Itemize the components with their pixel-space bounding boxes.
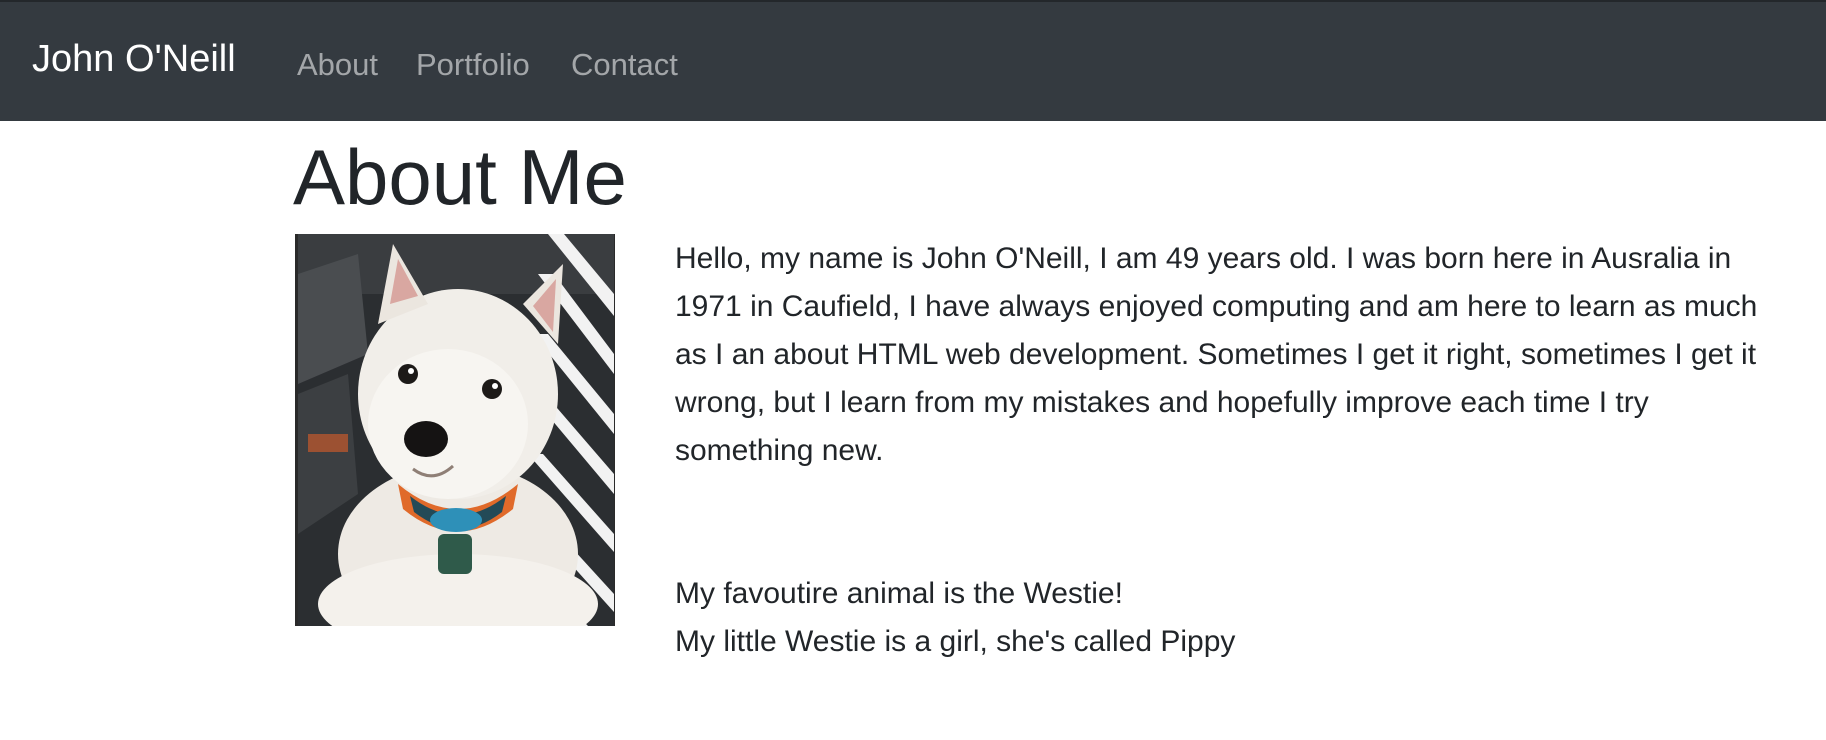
- navbar: John O'Neill About Portfolio Contact: [0, 0, 1826, 121]
- page-title: About Me: [293, 133, 627, 221]
- bio-paragraph: Hello, my name is John O'Neill, I am 49 …: [675, 242, 1758, 467]
- westie-photo: [295, 234, 615, 626]
- favourite-animal-paragraph: My favoutire animal is the Westie! My li…: [675, 570, 1765, 666]
- favourite-animal-line: My favoutire animal is the Westie!: [675, 577, 1123, 610]
- nav-link-contact[interactable]: Contact: [571, 46, 678, 84]
- nav-link-about[interactable]: About: [297, 46, 378, 84]
- nav-link-portfolio[interactable]: Portfolio: [416, 46, 530, 84]
- brand-link[interactable]: John O'Neill: [32, 36, 236, 82]
- pet-name-line: My little Westie is a girl, she's called…: [675, 625, 1236, 658]
